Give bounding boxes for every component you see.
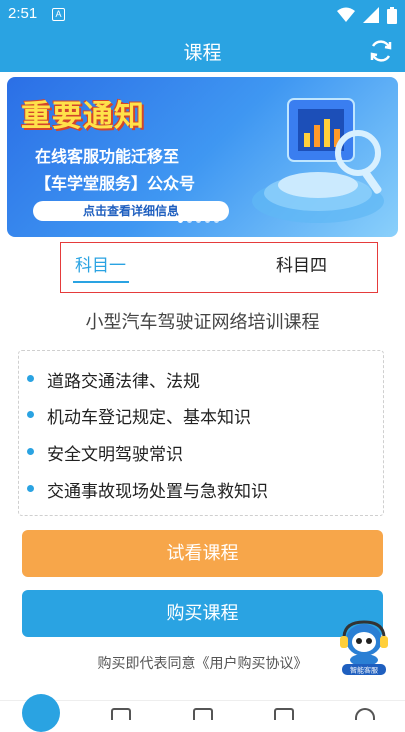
buy-course-button[interactable]: 购买课程 [22,590,383,637]
carousel-dot[interactable] [205,218,210,223]
data-chart-illustration [252,98,384,223]
banner-line-2: 【车学堂服务】公众号 [35,174,196,193]
nav-notes-icon[interactable] [111,708,131,720]
notification-icon: A [52,8,65,21]
trial-course-button[interactable]: 试看课程 [22,530,383,577]
customer-service-mascot-icon[interactable]: 智能客服 [336,604,392,676]
agreement-link[interactable]: 《用户购买协议》 [196,656,308,672]
notice-banner[interactable]: 重要通知 在线客服功能迁移至 【车学堂服务】公众号 点击查看详细信息 [7,77,398,237]
carousel-dot[interactable] [187,218,192,223]
carousel-dot[interactable] [196,218,201,223]
list-item: 安全文明驾驶常识 [27,440,183,465]
active-tab-indicator [73,281,129,283]
nav-course-icon[interactable] [22,694,60,732]
agreement-prefix: 购买即代表同意 [97,656,196,672]
wifi-icon [337,7,355,22]
signal-icon [363,7,379,23]
tab-subject-4[interactable]: 科目四 [276,251,327,276]
status-time: 2:51 [8,5,38,22]
page-title: 课程 [183,42,222,64]
nav-exam-icon[interactable] [274,708,294,720]
status-icons [337,6,397,24]
carousel-dot[interactable] [178,218,183,223]
carousel-dot[interactable] [214,218,219,223]
app-bar: 课程 [0,30,405,72]
battery-icon [387,6,397,24]
topic-list: 道路交通法律、法规 机动车登记规定、基本知识 安全文明驾驶常识 交通事故现场处置… [18,350,384,516]
tab-subject-1[interactable]: 科目一 [75,251,126,276]
subject-tabs: 科目一 科目四 [60,242,378,293]
banner-headline: 重要通知 [21,99,145,134]
list-item: 机动车登记规定、基本知识 [27,403,251,428]
banner-line-1: 在线客服功能迁移至 [35,147,180,166]
course-title: 小型汽车驾驶证网络培训课程 [85,312,320,333]
carousel-indicator [178,218,219,223]
mascot-label: 智能客服 [350,666,378,675]
status-bar: 2:51 A [0,0,405,30]
nav-video-icon[interactable] [193,708,213,720]
list-item: 道路交通法律、法规 [27,367,200,392]
list-item: 交通事故现场处置与急救知识 [27,477,268,502]
refresh-icon[interactable] [367,37,395,65]
